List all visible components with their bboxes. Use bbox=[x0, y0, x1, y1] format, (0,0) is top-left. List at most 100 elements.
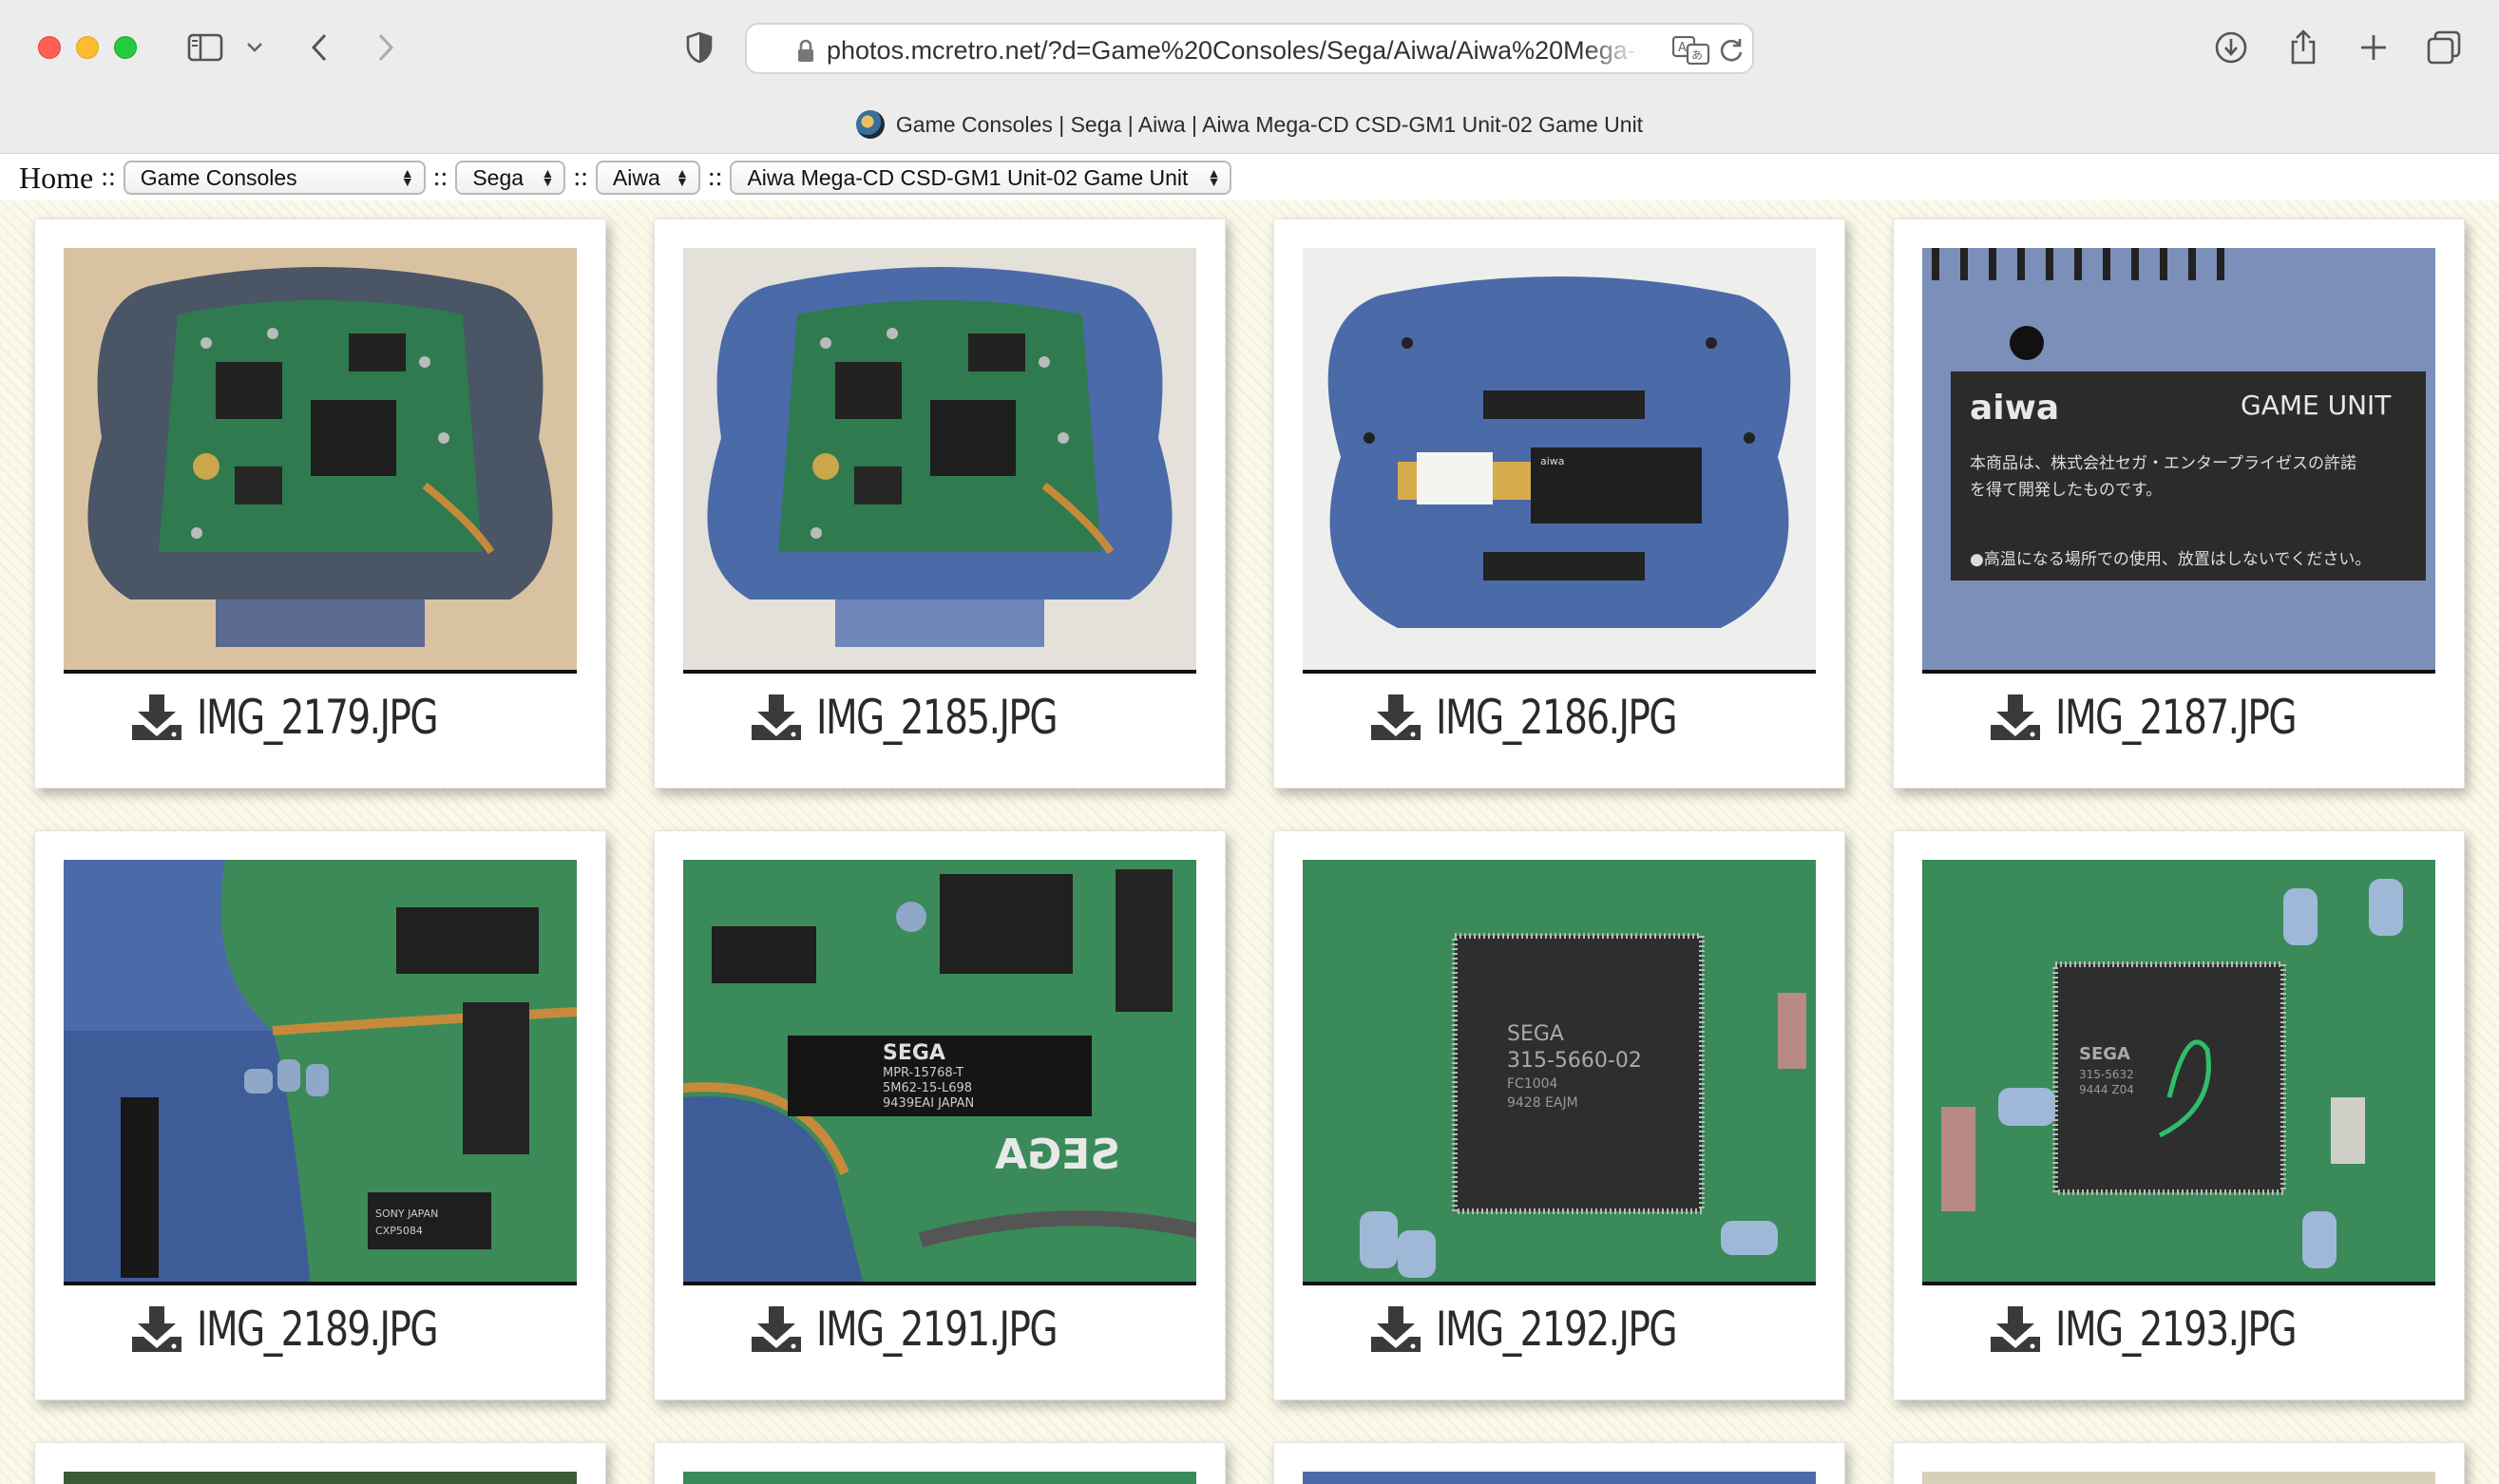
photo-thumbnail[interactable]: SEGA MPR-15768-T 5M62-15-L698 9439EAI JA… bbox=[683, 860, 1196, 1285]
select-arrows-icon: ▲ ▼ bbox=[400, 165, 414, 189]
photo-caption[interactable]: IMG_2189.JPG bbox=[35, 1302, 605, 1357]
sidebar-icon[interactable] bbox=[184, 27, 226, 68]
category-select[interactable]: Game Consoles ▲ ▼ bbox=[123, 161, 426, 195]
photo-filename[interactable]: IMG_2192.JPG bbox=[1436, 1302, 1680, 1357]
chip-label: 315-5660-02 bbox=[1507, 1049, 1642, 1073]
label-brand: aiwa bbox=[1970, 389, 2059, 428]
photo-thumbnail[interactable] bbox=[64, 248, 577, 674]
photo-caption[interactable]: IMG_2179.JPG bbox=[35, 690, 605, 745]
share-icon[interactable] bbox=[2282, 27, 2324, 68]
photo-thumbnail[interactable] bbox=[683, 248, 1196, 674]
breadcrumb-separator: :: bbox=[101, 162, 116, 192]
chip-label: FC1004 bbox=[1507, 1076, 1558, 1092]
photo-card[interactable] bbox=[1273, 1442, 1845, 1484]
photo-card[interactable]: aiwa GAME UNIT 本商品は、株式会社セガ・エンタープライゼスの許諾 … bbox=[1893, 219, 2465, 789]
home-link[interactable]: Home bbox=[19, 161, 93, 196]
chip-label: SEGA bbox=[2079, 1044, 2130, 1064]
photo-caption[interactable]: IMG_2185.JPG bbox=[655, 690, 1225, 745]
photo-card[interactable] bbox=[654, 1442, 1226, 1484]
shield-icon[interactable] bbox=[680, 27, 718, 68]
photo-filename[interactable]: IMG_2189.JPG bbox=[197, 1302, 441, 1357]
maker-select[interactable]: Aiwa ▲ ▼ bbox=[595, 161, 700, 195]
label-text-line: を得て開発したものです。 bbox=[1970, 481, 2162, 500]
photo-caption[interactable]: IMG_2192.JPG bbox=[1274, 1302, 1844, 1357]
photo-thumbnail[interactable]: SEGA 315-5660-02 FC1004 9428 EAJM bbox=[1303, 860, 1816, 1285]
photo-filename[interactable]: IMG_2187.JPG bbox=[2055, 690, 2299, 745]
label-text-line: ●高温になる場所での使用、放置はしないでください。 bbox=[1970, 549, 2371, 569]
reload-icon[interactable] bbox=[1718, 37, 1745, 64]
photo-filename[interactable]: IMG_2185.JPG bbox=[816, 690, 1060, 745]
select-arrows-icon: ▲ ▼ bbox=[676, 165, 689, 189]
photo-caption[interactable]: IMG_2186.JPG bbox=[1274, 690, 1844, 745]
address-bar[interactable]: photos.mcretro.net/?d=Game%20Consoles/Se… bbox=[745, 23, 1754, 74]
chevron-left-icon[interactable] bbox=[302, 27, 336, 68]
photo-card[interactable] bbox=[34, 1442, 606, 1484]
breadcrumb-separator: :: bbox=[573, 162, 588, 192]
chevron-right-icon[interactable] bbox=[369, 27, 403, 68]
browser-toolbar: photos.mcretro.net/?d=Game%20Consoles/Se… bbox=[0, 0, 2499, 154]
lock-icon bbox=[798, 39, 813, 62]
zoom-window-button[interactable] bbox=[114, 36, 137, 59]
breadcrumb-separator: :: bbox=[707, 162, 723, 192]
download-icon[interactable] bbox=[1989, 693, 2042, 742]
photo-thumbnail[interactable]: aiwa GAME UNIT 本商品は、株式会社セガ・エンタープライゼスの許諾 … bbox=[1922, 248, 2435, 674]
chip-label: 9439EAI JAPAN bbox=[883, 1096, 974, 1111]
photo-thumbnail[interactable]: SONY JAPAN CXP5084 bbox=[64, 860, 577, 1285]
translate-icon[interactable]: Aあ bbox=[1672, 36, 1710, 65]
minimize-window-button[interactable] bbox=[76, 36, 99, 59]
download-icon[interactable] bbox=[1369, 1304, 1422, 1354]
download-icon[interactable] bbox=[130, 1304, 183, 1354]
photo-card[interactable]: IMG_2185.JPG bbox=[654, 219, 1226, 789]
chevron-down-icon[interactable] bbox=[241, 27, 268, 68]
select-arrows-icon: ▲ ▼ bbox=[1207, 165, 1221, 189]
svg-text:A: A bbox=[1678, 41, 1687, 55]
plus-icon[interactable] bbox=[2353, 27, 2394, 68]
url-text[interactable]: photos.mcretro.net/?d=Game%20Consoles/Se… bbox=[827, 36, 1640, 66]
photo-thumbnail[interactable] bbox=[683, 1472, 1196, 1484]
photo-caption[interactable]: IMG_2193.JPG bbox=[1894, 1302, 2464, 1357]
close-window-button[interactable] bbox=[38, 36, 61, 59]
photo-card[interactable]: SEGA 315-5632 9444 Z04 IMG_2193.JPG bbox=[1893, 830, 2465, 1400]
brand-select[interactable]: Sega ▲ ▼ bbox=[455, 161, 566, 195]
photo-thumbnail[interactable] bbox=[1922, 1472, 2435, 1484]
site-favicon-icon bbox=[855, 110, 885, 139]
photo-caption[interactable]: IMG_2191.JPG bbox=[655, 1302, 1225, 1357]
photo-caption[interactable]: IMG_2187.JPG bbox=[1894, 690, 2464, 745]
download-icon[interactable] bbox=[750, 1304, 803, 1354]
label-text-line: 本商品は、株式会社セガ・エンタープライゼスの許諾 bbox=[1970, 454, 2356, 473]
item-select-value: Aiwa Mega-CD CSD-GM1 Unit-02 Game Unit bbox=[747, 164, 1189, 190]
photo-card[interactable]: IMG_2179.JPG bbox=[34, 219, 606, 789]
maker-select-value: Aiwa bbox=[612, 164, 660, 190]
photo-thumbnail[interactable] bbox=[1303, 1472, 1816, 1484]
select-arrows-icon: ▲ ▼ bbox=[541, 165, 555, 189]
photo-filename[interactable]: IMG_2186.JPG bbox=[1436, 690, 1680, 745]
label-product: GAME UNIT bbox=[2241, 390, 2392, 421]
category-select-value: Game Consoles bbox=[140, 164, 297, 190]
chip-label: SEGA bbox=[883, 1041, 945, 1065]
tab-overview-icon[interactable] bbox=[2423, 27, 2465, 68]
photo-thumbnail[interactable] bbox=[64, 1472, 577, 1484]
download-icon[interactable] bbox=[130, 693, 183, 742]
chip-label: SONY JAPAN bbox=[375, 1208, 438, 1220]
photo-card[interactable]: SONY JAPAN CXP5084 IMG_2189.JPG bbox=[34, 830, 606, 1400]
svg-text:あ: あ bbox=[1691, 48, 1703, 62]
item-select[interactable]: Aiwa Mega-CD CSD-GM1 Unit-02 Game Unit ▲… bbox=[730, 161, 1232, 195]
download-icon[interactable] bbox=[1989, 1304, 2042, 1354]
label-brand: aiwa bbox=[1540, 455, 1565, 467]
downloads-icon[interactable] bbox=[2210, 27, 2252, 68]
photo-card[interactable] bbox=[1893, 1442, 2465, 1484]
photo-filename[interactable]: IMG_2193.JPG bbox=[2055, 1302, 2299, 1357]
download-icon[interactable] bbox=[1369, 693, 1422, 742]
photo-card[interactable]: SEGA MPR-15768-T 5M62-15-L698 9439EAI JA… bbox=[654, 830, 1226, 1400]
photo-filename[interactable]: IMG_2179.JPG bbox=[197, 690, 441, 745]
photo-card[interactable]: aiwa IMG_2186.JPG bbox=[1273, 219, 1845, 789]
photo-thumbnail[interactable]: SEGA 315-5632 9444 Z04 bbox=[1922, 860, 2435, 1285]
tab-title[interactable]: Game Consoles | Sega | Aiwa | Aiwa Mega-… bbox=[0, 110, 2499, 139]
chip-label: SEGA bbox=[1507, 1022, 1564, 1046]
photo-thumbnail[interactable]: aiwa bbox=[1303, 248, 1816, 674]
download-icon[interactable] bbox=[750, 693, 803, 742]
photo-card[interactable]: SEGA 315-5660-02 FC1004 9428 EAJM IMG_21… bbox=[1273, 830, 1845, 1400]
photo-filename[interactable]: IMG_2191.JPG bbox=[816, 1302, 1060, 1357]
chip-label: 9428 EAJM bbox=[1507, 1095, 1578, 1111]
chip-label: 5M62-15-L698 bbox=[883, 1081, 972, 1095]
